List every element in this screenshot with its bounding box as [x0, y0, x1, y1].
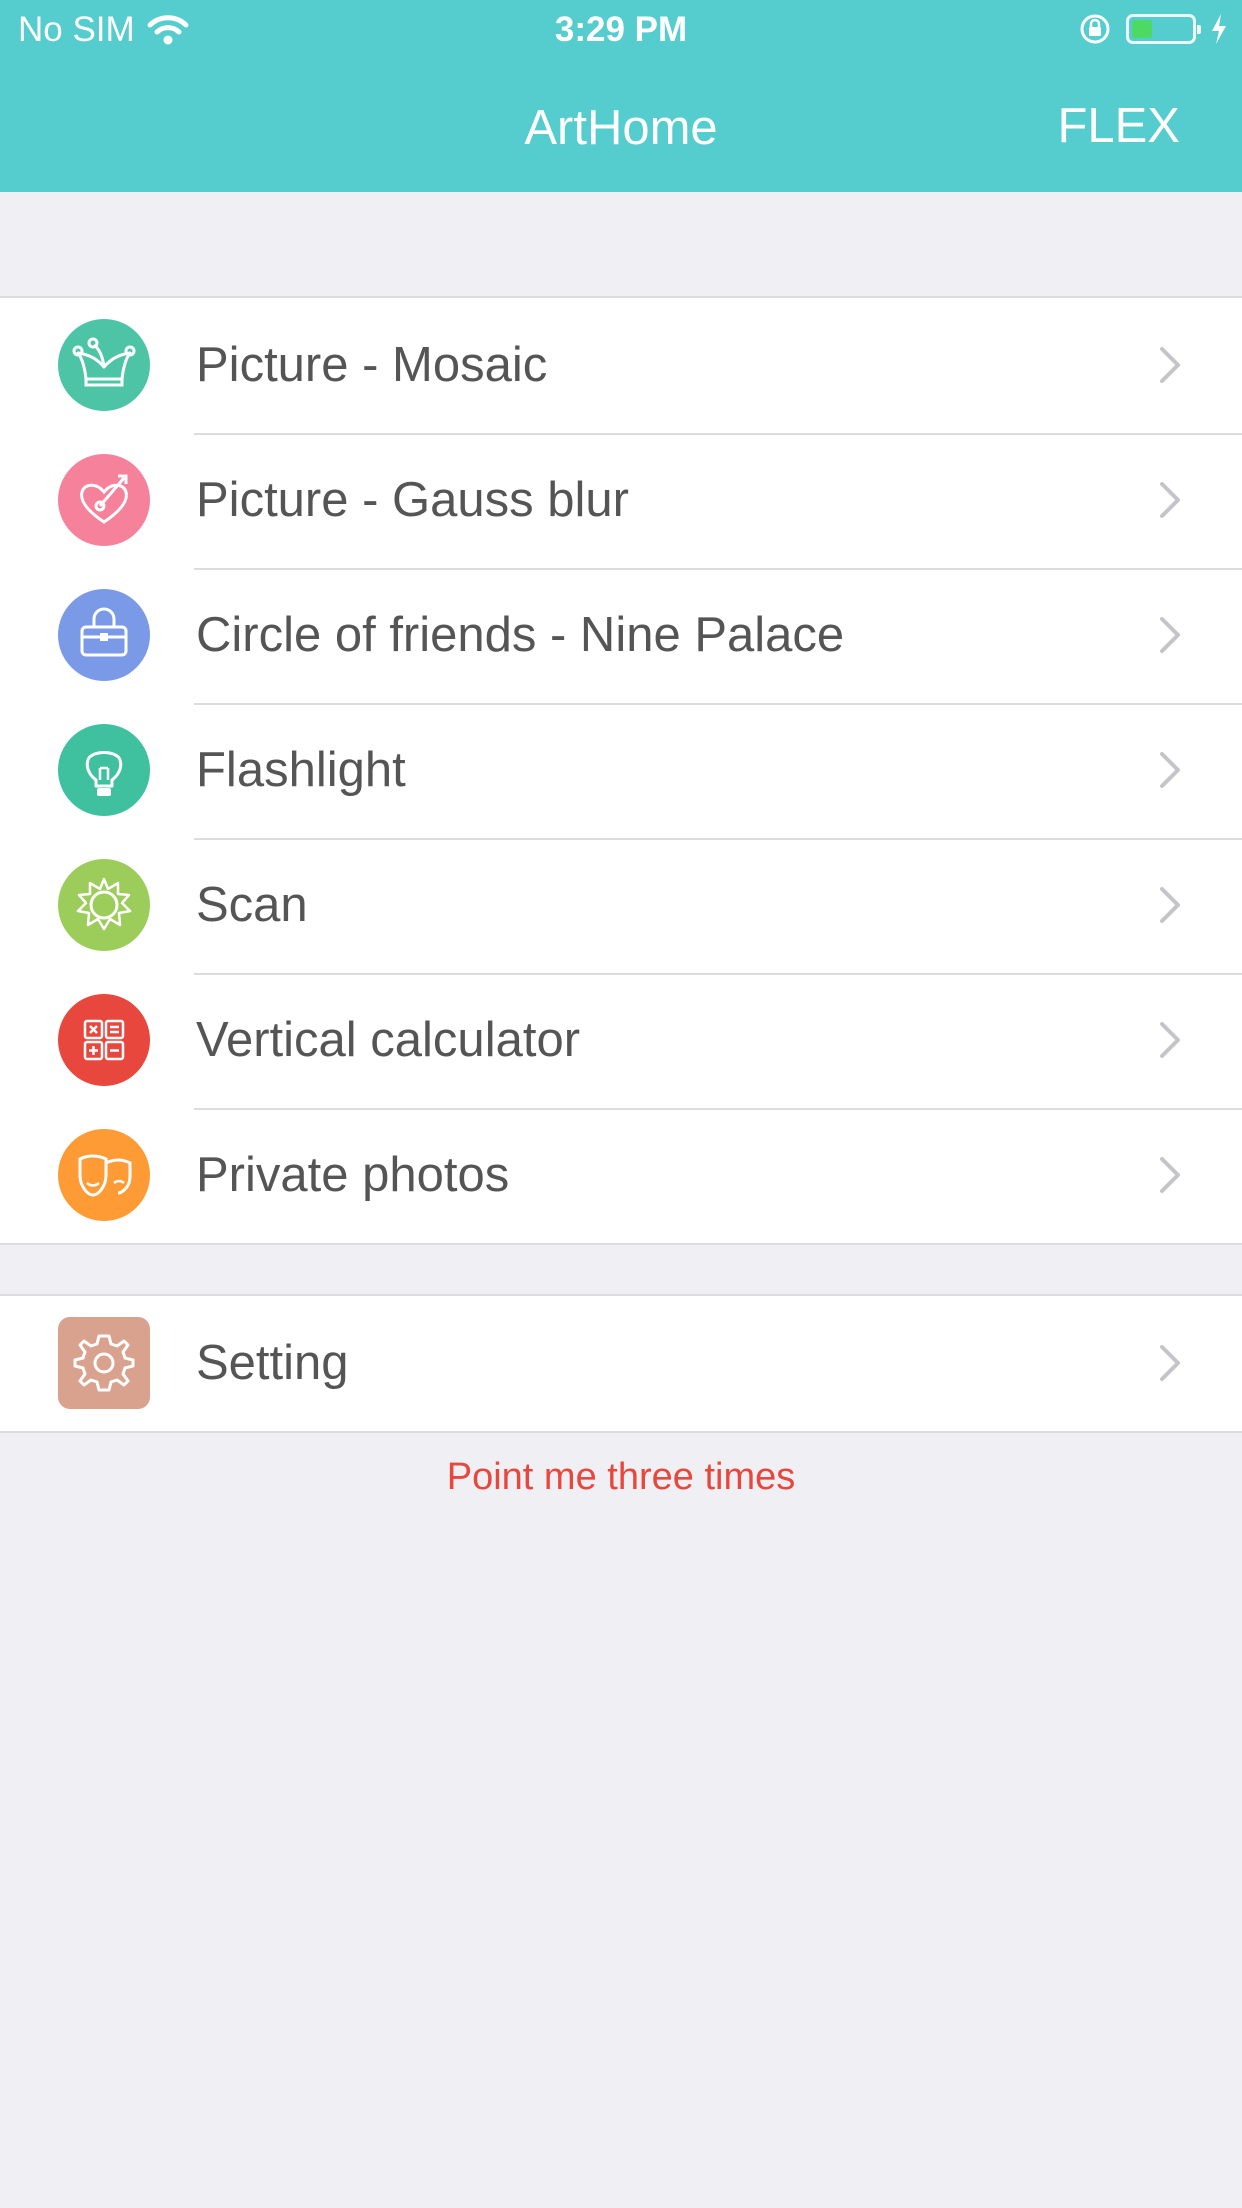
tools-list: Picture - Mosaic Picture - Gauss blur Ci… — [0, 296, 1242, 1245]
menu-item-nine-palace[interactable]: Circle of friends - Nine Palace — [0, 568, 1242, 703]
point-me-three-times-link[interactable]: Point me three times — [0, 1452, 1242, 1502]
menu-icon-bg — [58, 1317, 150, 1409]
menu-icon-bg — [58, 319, 150, 411]
orientation-lock-icon — [1080, 14, 1110, 44]
menu-item-flashlight[interactable]: Flashlight — [0, 703, 1242, 838]
menu-item-label: Flashlight — [196, 743, 406, 797]
chevron-right-icon — [1160, 482, 1180, 518]
battery-icon — [1126, 14, 1201, 44]
navigation-bar: No SIM 3:29 PM ArtHome FLEX — [0, 0, 1242, 192]
menu-item-label: Vertical calculator — [196, 1013, 581, 1067]
status-bar: No SIM 3:29 PM — [0, 0, 1242, 60]
chevron-right-icon — [1160, 1345, 1180, 1381]
setting-label: Setting — [196, 1336, 349, 1390]
theater-masks-icon — [78, 1154, 132, 1197]
heart-arrow-icon — [80, 474, 128, 524]
bag-icon — [80, 607, 128, 657]
menu-item-scan[interactable]: Scan — [0, 838, 1242, 973]
battery-fill — [1132, 20, 1152, 38]
flex-button[interactable]: FLEX — [1057, 96, 1180, 156]
menu-item-label: Circle of friends - Nine Palace — [196, 608, 845, 662]
menu-item-setting[interactable]: Setting — [0, 1296, 1242, 1431]
menu-item-picture-mosaic[interactable]: Picture - Mosaic — [0, 298, 1242, 433]
menu-icon-bg — [58, 724, 150, 816]
jester-hat-icon — [72, 337, 136, 387]
chevron-right-icon — [1160, 752, 1180, 788]
status-time: 3:29 PM — [554, 10, 688, 49]
menu-icon-bg — [58, 454, 150, 546]
menu-icon-bg — [58, 589, 150, 681]
status-right-group — [1078, 12, 1228, 46]
menu-item-gauss-blur[interactable]: Picture - Gauss blur — [0, 433, 1242, 568]
menu-item-label: Picture - Mosaic — [196, 338, 548, 392]
menu-icon-bg — [58, 994, 150, 1086]
chevron-right-icon — [1160, 1022, 1180, 1058]
settings-group: Setting — [0, 1294, 1242, 1433]
menu-icon-bg — [58, 1129, 150, 1221]
gear-icon — [73, 1334, 135, 1392]
sun-icon — [76, 877, 132, 931]
chevron-right-icon — [1160, 1157, 1180, 1193]
chevron-right-icon — [1160, 617, 1180, 653]
chevron-right-icon — [1160, 887, 1180, 923]
calculator-icon — [83, 1019, 125, 1061]
menu-item-label: Picture - Gauss blur — [196, 473, 629, 527]
page-title: ArtHome — [524, 101, 718, 155]
lightbulb-icon — [85, 751, 123, 796]
chevron-right-icon — [1160, 347, 1180, 383]
charging-bolt-icon — [1212, 14, 1226, 44]
menu-item-label: Private photos — [196, 1148, 510, 1202]
menu-icon-bg — [58, 859, 150, 951]
menu-item-private-photos[interactable]: Private photos — [0, 1108, 1242, 1243]
menu-item-vertical-calculator[interactable]: Vertical calculator — [0, 973, 1242, 1108]
menu-item-label: Scan — [196, 878, 308, 932]
